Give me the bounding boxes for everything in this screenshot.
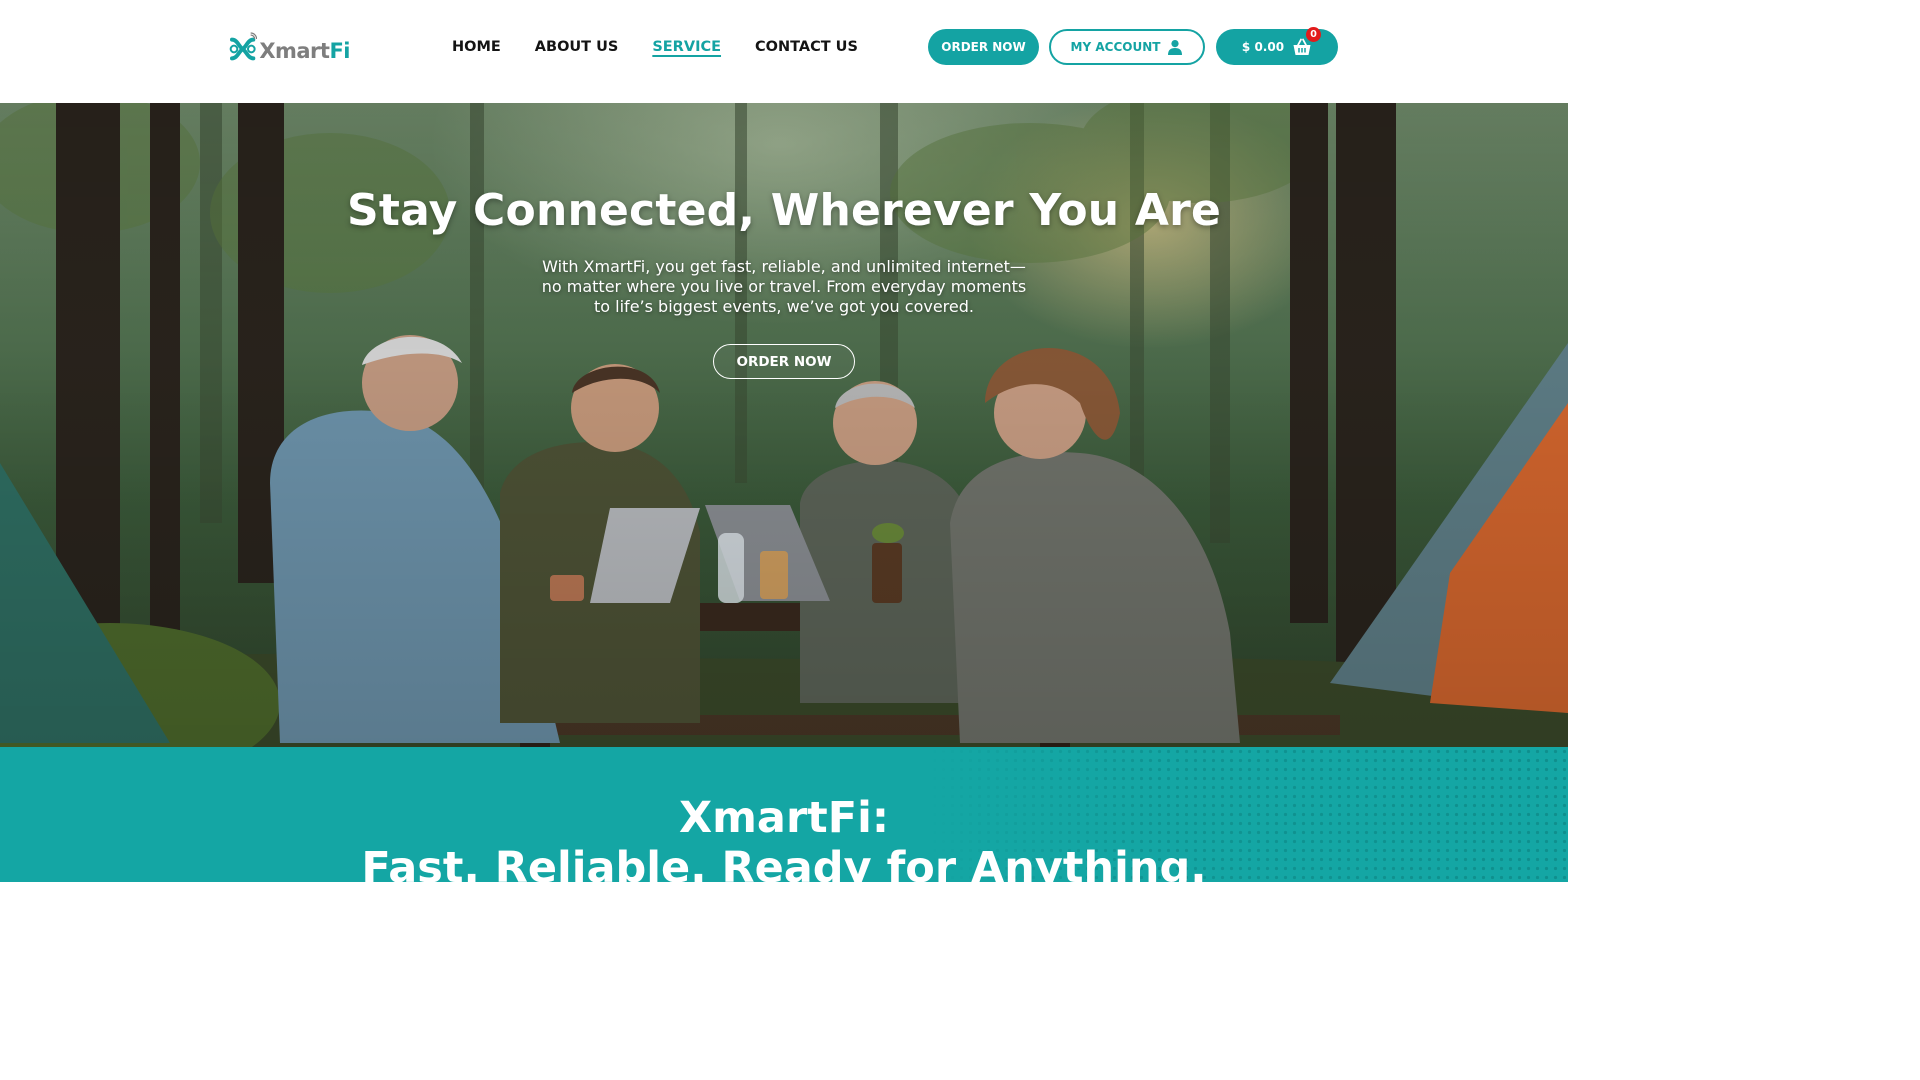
cart-count-badge: 0 (1306, 27, 1322, 42)
hero-title: Stay Connected, Wherever You Are (346, 185, 1222, 236)
cart-button[interactable]: $ 0.00 0 (1216, 27, 1338, 65)
xmartfi-logo-icon (229, 32, 258, 61)
hero-subtitle-line-2: no matter where you live or travel. From… (541, 277, 1027, 296)
logo-wordmark-fi: Fi (329, 39, 350, 63)
nav-contact-us[interactable]: CONTACT US (755, 38, 858, 56)
hero-section: Stay Connected, Wherever You Are With Xm… (0, 103, 1568, 747)
site-header: XmartFi HOME ABOUT US SERVICE CONTACT US… (0, 0, 1568, 103)
band-title-line-2: Fast. Reliable. Ready for Anything. (361, 843, 1207, 882)
nav-about-us[interactable]: ABOUT US (535, 38, 619, 56)
xmartfi-logo[interactable]: XmartFi (228, 24, 350, 74)
feature-band: XmartFi: Fast. Reliable. Ready for Anyth… (0, 747, 1568, 882)
band-title-line-1: XmartFi: (678, 793, 890, 843)
cart-total: $ 0.00 (1241, 40, 1285, 54)
my-account-button[interactable]: MY ACCOUNT (1049, 29, 1205, 65)
cart-icon-wrap: 0 (1292, 27, 1322, 57)
hero-order-now-label: ORDER NOW (736, 353, 832, 370)
hero-subtitle-line-1: With XmartFi, you get fast, reliable, an… (542, 257, 1026, 276)
header-order-now-button[interactable]: ORDER NOW (928, 29, 1039, 65)
hero-subtitle: With XmartFi, you get fast, reliable, an… (524, 257, 1044, 317)
logo-wordmark: XmartFi (259, 39, 350, 63)
my-account-label: MY ACCOUNT (1070, 40, 1161, 54)
main-nav: HOME ABOUT US SERVICE CONTACT US (452, 38, 892, 56)
user-icon (1168, 40, 1183, 55)
nav-service[interactable]: SERVICE (652, 38, 721, 56)
logo-wordmark-xmart: Xmart (259, 39, 330, 63)
nav-home[interactable]: HOME (452, 38, 501, 56)
hero-subtitle-line-3: to life’s biggest events, we’ve got you … (594, 297, 974, 316)
header-order-now-label: ORDER NOW (941, 40, 1026, 54)
hero-order-now-button[interactable]: ORDER NOW (713, 344, 855, 379)
band-title: XmartFi: Fast. Reliable. Ready for Anyth… (0, 793, 1568, 882)
